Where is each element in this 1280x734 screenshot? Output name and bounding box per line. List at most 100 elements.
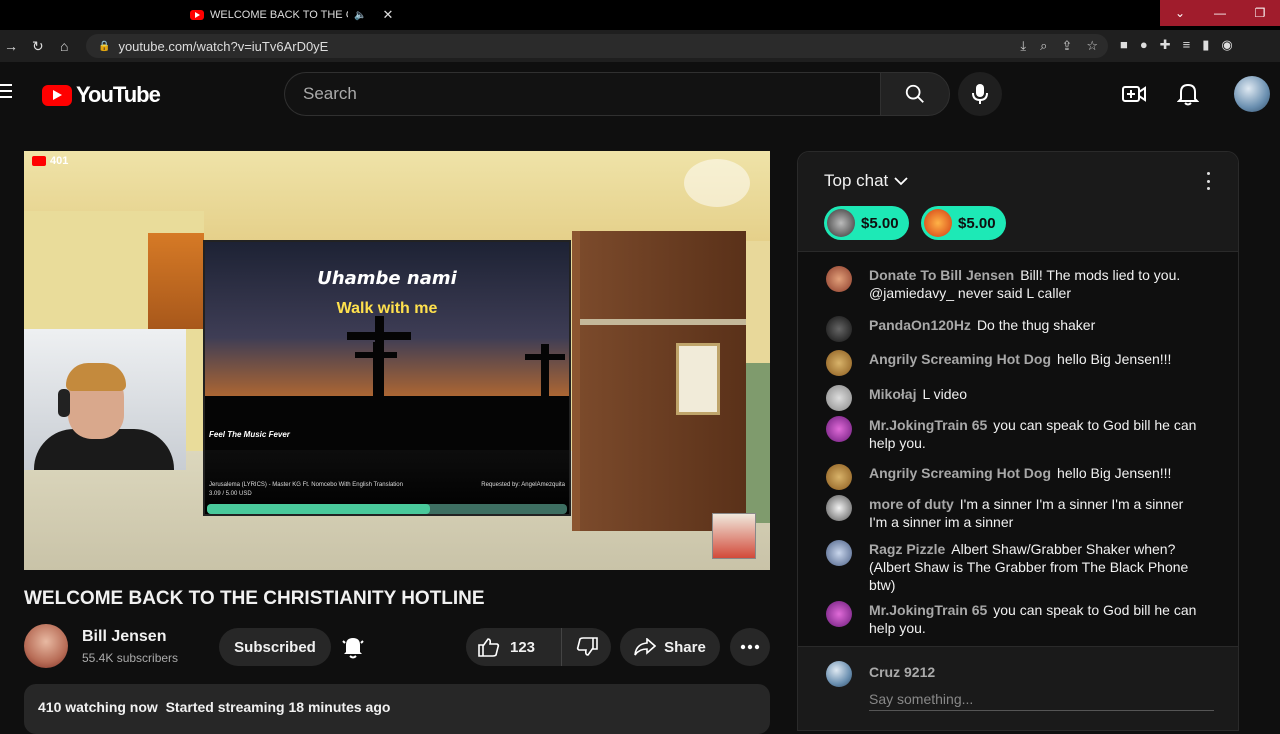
close-tab-icon[interactable]: ✕ [382, 7, 393, 23]
chat-author[interactable]: Mikołaj [869, 386, 916, 402]
minimize-button[interactable]: — [1200, 0, 1240, 26]
restore-button[interactable]: ❐ [1240, 0, 1280, 26]
chat-text: hello Big Jensen!!! [1057, 465, 1172, 481]
streamer-hair [66, 363, 126, 391]
lock-icon: 🔒 [98, 40, 111, 52]
dislike-button[interactable] [562, 628, 611, 666]
watching-summary: 410 watching now Started streaming 18 mi… [38, 699, 391, 715]
subscribed-button[interactable]: Subscribed [219, 628, 331, 666]
media-queue-icon[interactable]: ≡ [1183, 37, 1191, 53]
tab-title: WELCOME BACK TO THE CHRISTIANITY HOTLINE [210, 9, 348, 21]
youtube-logo[interactable]: YouTube [42, 82, 161, 108]
chat-author[interactable]: PandaOn120Hz [869, 317, 971, 333]
voice-search-button[interactable] [958, 72, 1002, 116]
search-input[interactable] [284, 72, 880, 116]
like-button[interactable]: 123 [466, 628, 562, 666]
puzzle-icon[interactable]: ✚ [1160, 37, 1171, 53]
song-progress-bar [207, 504, 567, 514]
address-bar: → ↻ ⌂ 🔒 youtube.com/watch?v=iuTv6ArD0yE … [0, 30, 1280, 62]
donation-amount: $5.00 [958, 214, 996, 232]
youtube-play-icon [42, 84, 72, 106]
chat-author[interactable]: Ragz Pizzle [869, 541, 945, 557]
browser-tab[interactable]: WELCOME BACK TO THE CHRISTIANITY HOTLINE… [180, 0, 400, 30]
search-button[interactable] [880, 72, 950, 116]
chat-author[interactable]: Mr.JokingTrain 65 [869, 417, 987, 433]
chat-text: L video [922, 386, 968, 402]
donation-amount: $5.00 [861, 214, 899, 232]
speaker-icon[interactable]: 🔈 [354, 10, 366, 21]
author-avatar[interactable] [826, 601, 852, 627]
install-icon[interactable]: ⤓ [1020, 38, 1026, 54]
chat-message-input[interactable] [869, 687, 1214, 711]
forward-icon[interactable]: → [4, 38, 18, 54]
channel-avatar[interactable] [24, 624, 68, 668]
search-icon [905, 84, 924, 103]
thumbs-up-icon [478, 638, 500, 657]
top-chat-dropdown[interactable]: Top chat [824, 171, 908, 191]
author-avatar[interactable] [826, 416, 852, 442]
microphone-icon [972, 84, 988, 104]
chat-text: Do the thug shaker [976, 317, 1096, 333]
zoom-icon[interactable]: ⌕ [1040, 38, 1047, 54]
donation-chip-2[interactable]: $5.00 [921, 206, 1006, 240]
share-page-icon[interactable]: ⇪ [1061, 38, 1072, 54]
bookmark-star-icon[interactable]: ☆ [1086, 38, 1098, 54]
extension-a-icon[interactable]: ■ [1120, 37, 1128, 53]
author-avatar[interactable] [826, 540, 852, 566]
notifications-button[interactable] [1174, 80, 1202, 108]
extension-icons: ■ ● ✚ ≡ ▮ ◉ [1120, 37, 1233, 53]
notification-bell-button[interactable] [340, 634, 366, 660]
scene-shelf [580, 319, 746, 325]
chat-author[interactable]: Donate To Bill Jensen [869, 267, 1014, 283]
profile-icon[interactable]: ◉ [1221, 37, 1232, 53]
chat-author[interactable]: Mr.JokingTrain 65 [869, 602, 987, 618]
youtube-live-icon [32, 156, 46, 166]
description-box[interactable]: 410 watching now Started streaming 18 mi… [24, 684, 770, 734]
chat-author[interactable]: Angrily Screaming Hot Dog [869, 351, 1051, 367]
create-video-icon [1122, 86, 1146, 102]
window-menu-button[interactable]: ⌄ [1160, 0, 1200, 26]
chat-header: Top chat $5.00 $5.00 [798, 152, 1238, 252]
chat-author[interactable]: Angrily Screaming Hot Dog [869, 465, 1051, 481]
author-avatar[interactable] [826, 385, 852, 411]
create-button[interactable] [1120, 80, 1148, 108]
donation-chip-1[interactable]: $5.00 [824, 206, 909, 240]
browser-tab-bar: WELCOME BACK TO THE CHRISTIANITY HOTLINE… [0, 0, 1280, 30]
chevron-down-icon [894, 177, 908, 186]
song-info: Jerusalema (LYRICS) - Master KG Ft. Nomc… [209, 482, 403, 488]
chat-text: hello Big Jensen!!! [1057, 351, 1172, 367]
reload-icon[interactable]: ↻ [32, 38, 44, 55]
share-button[interactable]: Share [620, 628, 720, 666]
menu-icon[interactable] [0, 84, 12, 100]
live-chat-panel: Top chat $5.00 $5.00 Donate To Bill Jens… [797, 151, 1239, 731]
cross-right-beam [525, 354, 565, 360]
sidebar-icon[interactable]: ▮ [1202, 37, 1209, 53]
youtube-header: YouTube [0, 62, 1280, 126]
author-avatar[interactable] [826, 266, 852, 292]
channel-name[interactable]: Bill Jensen [82, 628, 166, 646]
song-request-screen: Uhambe nami Walk with me Feel The Music … [203, 240, 571, 516]
requested-by: Requested by: AngelAmezquita [481, 482, 565, 488]
cross-left-beam [355, 352, 397, 358]
live-viewer-badge: 401 [32, 155, 68, 167]
author-avatar[interactable] [826, 495, 852, 521]
chat-author[interactable]: more of duty [869, 496, 954, 512]
url-actions: ⤓ ⌕ ⇪ ☆ [1020, 38, 1098, 54]
video-player[interactable]: Uhambe nami Walk with me Feel The Music … [24, 151, 770, 570]
subscriber-count: 55.4K subscribers [82, 651, 179, 665]
headset-icon [58, 389, 70, 417]
more-actions-button[interactable] [730, 628, 770, 666]
chat-menu-button[interactable] [1200, 170, 1216, 192]
author-avatar[interactable] [826, 350, 852, 376]
url-field[interactable]: 🔒 youtube.com/watch?v=iuTv6ArD0yE ⤓ ⌕ ⇪ … [86, 34, 1108, 58]
home-icon[interactable]: ⌂ [60, 38, 68, 54]
extension-s-icon[interactable]: ● [1140, 37, 1148, 53]
account-avatar[interactable] [1234, 76, 1270, 112]
scene-jersey [676, 343, 720, 415]
corner-thumbnail [712, 513, 756, 559]
webcam-overlay [24, 329, 186, 470]
author-avatar[interactable] [826, 316, 852, 342]
author-avatar[interactable] [826, 464, 852, 490]
cross-right-post [541, 344, 549, 404]
scene-green-wall [746, 363, 770, 523]
